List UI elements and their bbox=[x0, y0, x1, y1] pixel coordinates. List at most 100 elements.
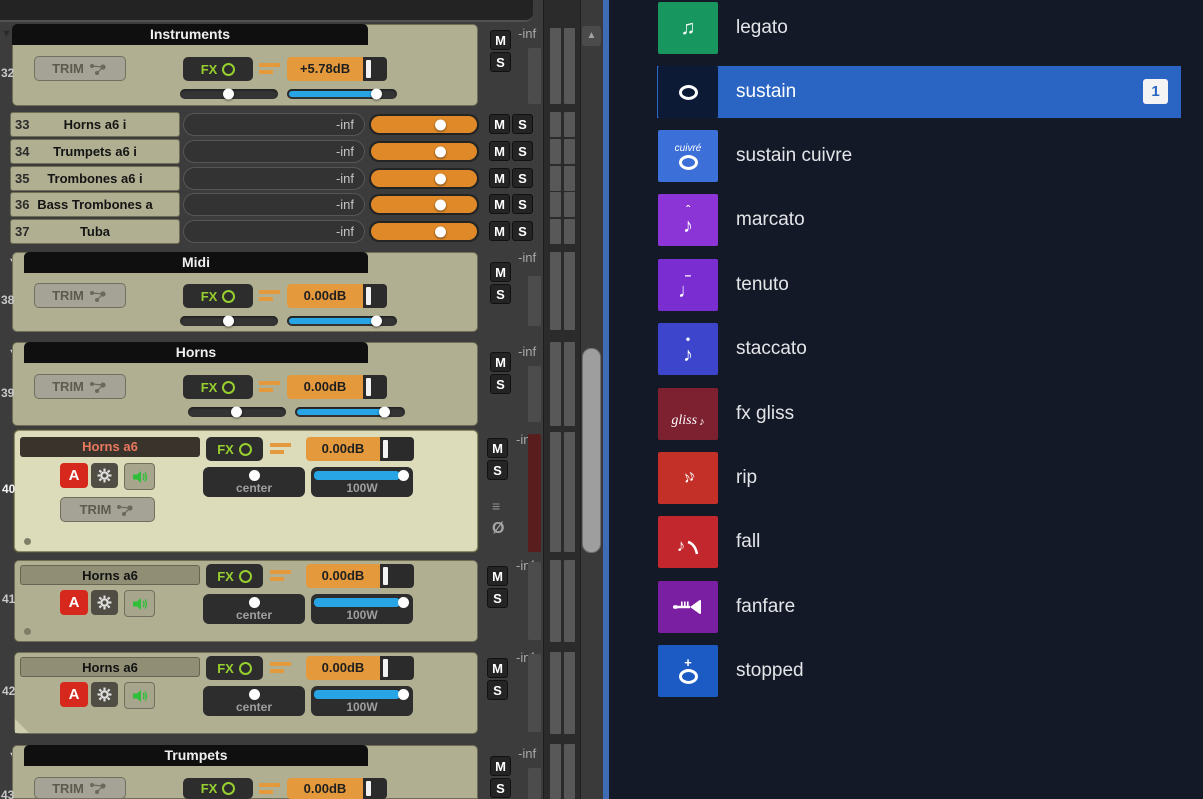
routing-button[interactable] bbox=[268, 439, 294, 459]
mute-button[interactable]: M bbox=[490, 352, 511, 372]
solo-button[interactable]: S bbox=[490, 284, 511, 304]
legato-icon[interactable]: ♫ bbox=[658, 2, 718, 54]
track-name-box[interactable]: 37 Tuba bbox=[10, 219, 180, 244]
record-arm-button[interactable]: A bbox=[60, 463, 88, 488]
mute-button[interactable]: M bbox=[487, 438, 508, 458]
trim-button[interactable]: TRIM bbox=[34, 374, 126, 399]
width-knob[interactable] bbox=[398, 597, 409, 608]
track-name-box[interactable]: 36 Bass Trombones a bbox=[10, 192, 180, 217]
volume-handle-slot[interactable] bbox=[363, 375, 387, 399]
articulation-row-sustain-cuivre[interactable]: cuivré sustain cuivre bbox=[609, 130, 1203, 182]
settings-button[interactable] bbox=[91, 463, 118, 488]
fx-button[interactable]: FX bbox=[183, 375, 253, 399]
articulation-row-fall[interactable]: ♪ fall bbox=[609, 516, 1203, 568]
mute-button[interactable]: M bbox=[489, 194, 510, 214]
stopped-icon[interactable]: + bbox=[658, 645, 718, 697]
volume-handle-slot[interactable] bbox=[380, 437, 414, 461]
settings-button[interactable] bbox=[91, 590, 118, 615]
solo-button[interactable]: S bbox=[490, 374, 511, 394]
solo-button[interactable]: S bbox=[512, 221, 533, 241]
solo-button[interactable]: S bbox=[490, 52, 511, 72]
track-name-box[interactable]: Horns a6 bbox=[20, 437, 200, 457]
pan-knob[interactable] bbox=[223, 88, 234, 100]
pan-fader[interactable] bbox=[180, 88, 278, 100]
record-arm-button[interactable]: A bbox=[60, 590, 88, 615]
volume-fader[interactable]: -inf bbox=[183, 140, 365, 163]
fx-button[interactable]: FX bbox=[183, 57, 253, 81]
solo-button[interactable]: S bbox=[490, 778, 511, 798]
routing-button[interactable] bbox=[257, 59, 283, 79]
fx-button[interactable]: FX bbox=[183, 778, 253, 799]
articulation-row-rip[interactable]: ♪♪ rip bbox=[609, 452, 1203, 504]
pan-knob[interactable] bbox=[231, 406, 242, 418]
volume-handle[interactable] bbox=[366, 378, 371, 396]
mute-button[interactable]: M bbox=[489, 141, 510, 161]
solo-button[interactable]: S bbox=[487, 680, 508, 700]
mute-button[interactable]: M bbox=[490, 756, 511, 776]
solo-button[interactable]: S bbox=[512, 114, 533, 134]
pan-knob[interactable] bbox=[223, 315, 234, 327]
articulation-row-fx-gliss[interactable]: gliss ♪ fx gliss bbox=[609, 388, 1203, 440]
phase-button[interactable]: Ø bbox=[492, 520, 504, 538]
volume-fader[interactable]: -inf bbox=[183, 193, 365, 216]
fx-enabled-indicator[interactable] bbox=[222, 380, 236, 394]
volume-fader[interactable]: -inf bbox=[183, 167, 365, 190]
record-arm-button[interactable]: A bbox=[60, 682, 88, 707]
sustain-cuivre-icon[interactable]: cuivré bbox=[658, 130, 718, 182]
volume-handle[interactable] bbox=[383, 440, 388, 458]
volume-value[interactable]: 0.00dB bbox=[287, 375, 363, 399]
width-control[interactable]: 100W bbox=[311, 594, 413, 624]
fx-enabled-indicator[interactable] bbox=[222, 62, 236, 76]
folder-header-midi[interactable]: Midi bbox=[24, 252, 368, 273]
volume-handle-slot[interactable] bbox=[363, 284, 387, 308]
solo-button[interactable]: S bbox=[512, 194, 533, 214]
fx-button[interactable]: FX bbox=[206, 656, 263, 680]
pan-knob[interactable] bbox=[249, 597, 260, 608]
volume-knob[interactable] bbox=[379, 406, 390, 418]
volume-handle[interactable] bbox=[383, 567, 388, 585]
articulation-row-sustain[interactable]: sustain 1 bbox=[609, 66, 1203, 118]
track-name-box[interactable]: Horns a6 bbox=[20, 565, 200, 585]
fx-button[interactable]: FX bbox=[206, 437, 263, 461]
volume-handle[interactable] bbox=[383, 659, 388, 677]
fx-enabled-indicator[interactable] bbox=[238, 442, 252, 456]
pan-bar[interactable] bbox=[369, 141, 479, 162]
routing-button[interactable] bbox=[257, 377, 283, 397]
settings-button[interactable] bbox=[91, 682, 118, 707]
pan-bar[interactable] bbox=[369, 194, 479, 215]
articulation-row-marcato[interactable]: ˆ ♪ marcato bbox=[609, 194, 1203, 246]
volume-handle-slot[interactable] bbox=[363, 57, 387, 81]
rip-icon[interactable]: ♪♪ bbox=[658, 452, 718, 504]
monitor-button[interactable] bbox=[124, 463, 155, 490]
routing-button[interactable] bbox=[257, 286, 283, 306]
width-knob[interactable] bbox=[398, 689, 409, 700]
panel-resize-grip[interactable] bbox=[15, 719, 29, 733]
pan-bar[interactable] bbox=[369, 168, 479, 189]
solo-button[interactable]: S bbox=[512, 141, 533, 161]
volume-handle-slot[interactable] bbox=[380, 564, 414, 588]
track-name-box[interactable]: 33 Horns a6 i bbox=[10, 112, 180, 137]
pan-knob[interactable] bbox=[249, 689, 260, 700]
volume-fader[interactable]: -inf bbox=[183, 113, 365, 136]
articulation-row-staccato[interactable]: • ♪ staccato bbox=[609, 323, 1203, 375]
mute-button[interactable]: M bbox=[490, 30, 511, 50]
volume-handle[interactable] bbox=[366, 287, 371, 305]
fader-knob[interactable] bbox=[435, 146, 446, 157]
monitor-button[interactable] bbox=[124, 590, 155, 617]
mute-button[interactable]: M bbox=[489, 168, 510, 188]
fx-enabled-indicator[interactable] bbox=[238, 569, 252, 583]
fx-enabled-indicator[interactable] bbox=[222, 782, 236, 795]
volume-handle[interactable] bbox=[366, 781, 371, 796]
pan-control[interactable]: center bbox=[203, 467, 305, 497]
folder-header-trumpets[interactable]: Trumpets bbox=[24, 745, 368, 766]
articulation-row-fanfare[interactable]: fanfare bbox=[609, 581, 1203, 633]
marcato-icon[interactable]: ˆ ♪ bbox=[658, 194, 718, 246]
pan-knob[interactable] bbox=[249, 470, 260, 481]
fx-enabled-indicator[interactable] bbox=[222, 289, 236, 303]
mute-button[interactable]: M bbox=[487, 658, 508, 678]
fanfare-icon[interactable] bbox=[658, 581, 718, 633]
trim-button[interactable]: TRIM bbox=[60, 497, 155, 522]
scroll-up-button[interactable]: ▲ bbox=[582, 26, 601, 46]
monitor-button[interactable] bbox=[124, 682, 155, 709]
trim-button[interactable]: TRIM bbox=[34, 777, 126, 799]
